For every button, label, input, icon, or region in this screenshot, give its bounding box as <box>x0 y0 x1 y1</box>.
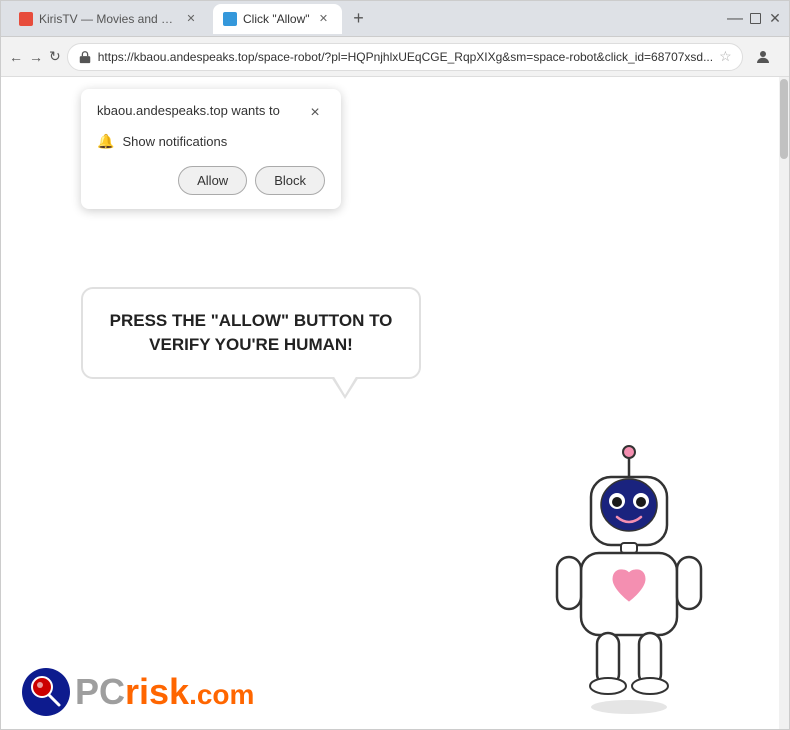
title-bar: KirisTV — Movies and Series D... ✕ Click… <box>1 1 789 37</box>
address-bar: ← → ↻ https://kbaou.andespeaks.top/space… <box>1 37 789 77</box>
new-tab-button[interactable]: + <box>346 6 372 32</box>
profile-icon <box>754 48 772 66</box>
secure-icon <box>78 50 92 64</box>
pcrisk-icon <box>21 667 71 717</box>
robot-character <box>529 439 729 699</box>
refresh-icon: ↻ <box>49 48 61 65</box>
tab-bar: KirisTV — Movies and Series D... ✕ Click… <box>9 4 372 34</box>
popup-permission-label: Show notifications <box>122 134 227 149</box>
forward-icon: → <box>29 49 43 65</box>
pcrisk-logo: PCrisk.com <box>21 667 254 717</box>
tab-kiris[interactable]: KirisTV — Movies and Series D... ✕ <box>9 4 209 34</box>
back-button[interactable]: ← <box>9 43 23 71</box>
speech-bubble: PRESS THE "ALLOW" BUTTON TO VERIFY YOU'R… <box>81 287 421 379</box>
tab2-label: Click "Allow" <box>243 12 310 26</box>
bookmark-icon[interactable]: ☆ <box>719 48 732 65</box>
window-controls: — ✕ <box>729 13 781 25</box>
popup-actions: Allow Block <box>97 166 325 195</box>
pcrisk-pc-text: PC <box>75 671 125 712</box>
tab2-favicon <box>223 12 237 26</box>
page-content: kbaou.andespeaks.top wants to × 🔔 Show n… <box>1 77 789 729</box>
close-window-button[interactable]: ✕ <box>769 13 781 25</box>
maximize-button[interactable] <box>749 13 761 25</box>
pcrisk-com-text: .com <box>189 679 254 710</box>
popup-title: kbaou.andespeaks.top wants to <box>97 103 280 118</box>
robot-svg <box>529 439 729 719</box>
tab1-close[interactable]: ✕ <box>183 11 199 27</box>
tab1-label: KirisTV — Movies and Series D... <box>39 12 177 26</box>
notification-popup: kbaou.andespeaks.top wants to × 🔔 Show n… <box>81 89 341 209</box>
scrollbar-thumb[interactable] <box>780 79 788 159</box>
url-bar[interactable]: https://kbaou.andespeaks.top/space-robot… <box>67 43 743 71</box>
maximize-icon <box>750 13 761 24</box>
block-button[interactable]: Block <box>255 166 325 195</box>
popup-permission-row: 🔔 Show notifications <box>97 133 325 150</box>
profile-button[interactable] <box>749 43 777 71</box>
popup-header: kbaou.andespeaks.top wants to × <box>97 103 325 123</box>
pcrisk-brand-text: PCrisk.com <box>75 671 254 713</box>
refresh-button[interactable]: ↻ <box>49 43 61 71</box>
url-text: https://kbaou.andespeaks.top/space-robot… <box>98 50 713 64</box>
bell-icon: 🔔 <box>97 133 114 150</box>
back-icon: ← <box>9 49 23 65</box>
address-bar-actions <box>749 43 790 71</box>
browser-window: KirisTV — Movies and Series D... ✕ Click… <box>0 0 790 730</box>
tab-click-allow[interactable]: Click "Allow" ✕ <box>213 4 342 34</box>
tab1-favicon <box>19 12 33 26</box>
pcrisk-risk-text: risk <box>125 671 189 712</box>
tab2-close[interactable]: ✕ <box>316 11 332 27</box>
speech-bubble-text: PRESS THE "ALLOW" BUTTON TO VERIFY YOU'R… <box>110 311 393 354</box>
forward-button[interactable]: → <box>29 43 43 71</box>
menu-button[interactable] <box>781 43 790 71</box>
allow-button[interactable]: Allow <box>178 166 247 195</box>
minimize-button[interactable]: — <box>729 13 741 25</box>
scrollbar[interactable] <box>779 77 789 729</box>
popup-close-button[interactable]: × <box>305 103 325 123</box>
kebab-menu-icon <box>786 48 790 66</box>
